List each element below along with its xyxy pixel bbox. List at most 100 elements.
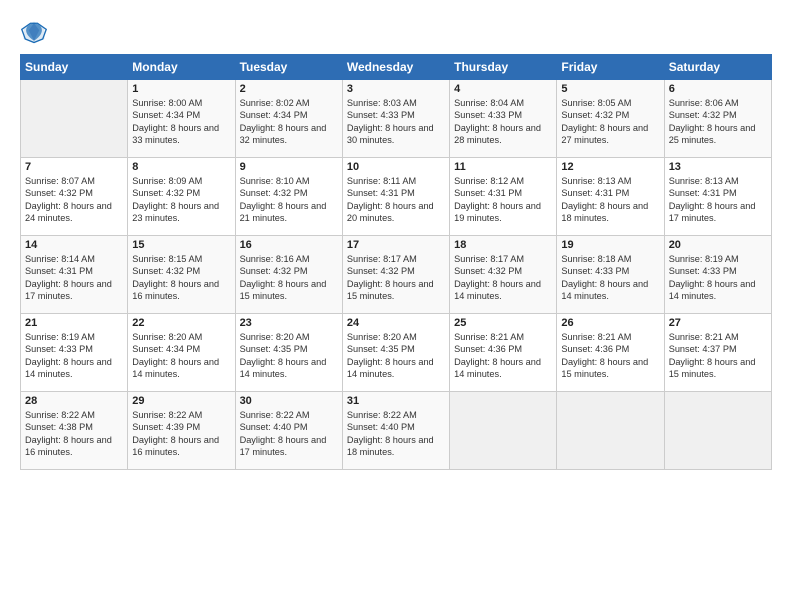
day-number: 25 — [454, 317, 552, 329]
calendar-cell: 29 Sunrise: 8:22 AM Sunset: 4:39 PM Dayl… — [128, 392, 235, 470]
cell-text: Sunrise: 8:17 AM Sunset: 4:32 PM Dayligh… — [347, 253, 445, 303]
cell-text: Sunrise: 8:16 AM Sunset: 4:32 PM Dayligh… — [240, 253, 338, 303]
cell-text: Sunrise: 8:09 AM Sunset: 4:32 PM Dayligh… — [132, 175, 230, 225]
calendar-cell: 16 Sunrise: 8:16 AM Sunset: 4:32 PM Dayl… — [235, 236, 342, 314]
day-number: 16 — [240, 239, 338, 251]
calendar-cell: 11 Sunrise: 8:12 AM Sunset: 4:31 PM Dayl… — [450, 158, 557, 236]
calendar-cell: 27 Sunrise: 8:21 AM Sunset: 4:37 PM Dayl… — [664, 314, 771, 392]
sunset-text: Sunset: 4:31 PM — [454, 188, 522, 198]
sunrise-text: Sunrise: 8:12 AM — [454, 176, 524, 186]
cell-text: Sunrise: 8:17 AM Sunset: 4:32 PM Dayligh… — [454, 253, 552, 303]
calendar-week-row: 28 Sunrise: 8:22 AM Sunset: 4:38 PM Dayl… — [21, 392, 772, 470]
cell-text: Sunrise: 8:03 AM Sunset: 4:33 PM Dayligh… — [347, 97, 445, 147]
sunrise-text: Sunrise: 8:06 AM — [669, 98, 739, 108]
calendar-week-row: 1 Sunrise: 8:00 AM Sunset: 4:34 PM Dayli… — [21, 80, 772, 158]
daylight-text: Daylight: 8 hours and 23 minutes. — [132, 201, 219, 223]
cell-text: Sunrise: 8:21 AM Sunset: 4:36 PM Dayligh… — [561, 331, 659, 381]
sunrise-text: Sunrise: 8:19 AM — [25, 332, 95, 342]
cell-text: Sunrise: 8:19 AM Sunset: 4:33 PM Dayligh… — [669, 253, 767, 303]
day-number: 11 — [454, 161, 552, 173]
sunrise-text: Sunrise: 8:21 AM — [669, 332, 739, 342]
calendar-cell: 6 Sunrise: 8:06 AM Sunset: 4:32 PM Dayli… — [664, 80, 771, 158]
sunrise-text: Sunrise: 8:16 AM — [240, 254, 310, 264]
day-number: 10 — [347, 161, 445, 173]
sunset-text: Sunset: 4:32 PM — [669, 110, 737, 120]
calendar-cell: 21 Sunrise: 8:19 AM Sunset: 4:33 PM Dayl… — [21, 314, 128, 392]
sunset-text: Sunset: 4:37 PM — [669, 344, 737, 354]
calendar-cell: 18 Sunrise: 8:17 AM Sunset: 4:32 PM Dayl… — [450, 236, 557, 314]
calendar-cell: 22 Sunrise: 8:20 AM Sunset: 4:34 PM Dayl… — [128, 314, 235, 392]
sunset-text: Sunset: 4:32 PM — [347, 266, 415, 276]
sunrise-text: Sunrise: 8:09 AM — [132, 176, 202, 186]
day-number: 3 — [347, 83, 445, 95]
calendar-cell — [450, 392, 557, 470]
cell-text: Sunrise: 8:07 AM Sunset: 4:32 PM Dayligh… — [25, 175, 123, 225]
weekday-header-cell: Thursday — [450, 55, 557, 80]
cell-text: Sunrise: 8:02 AM Sunset: 4:34 PM Dayligh… — [240, 97, 338, 147]
daylight-text: Daylight: 8 hours and 14 minutes. — [454, 279, 541, 301]
calendar-cell: 9 Sunrise: 8:10 AM Sunset: 4:32 PM Dayli… — [235, 158, 342, 236]
daylight-text: Daylight: 8 hours and 30 minutes. — [347, 123, 434, 145]
calendar-cell: 23 Sunrise: 8:20 AM Sunset: 4:35 PM Dayl… — [235, 314, 342, 392]
calendar-cell: 25 Sunrise: 8:21 AM Sunset: 4:36 PM Dayl… — [450, 314, 557, 392]
daylight-text: Daylight: 8 hours and 27 minutes. — [561, 123, 648, 145]
sunset-text: Sunset: 4:31 PM — [25, 266, 93, 276]
day-number: 4 — [454, 83, 552, 95]
calendar-cell: 19 Sunrise: 8:18 AM Sunset: 4:33 PM Dayl… — [557, 236, 664, 314]
day-number: 19 — [561, 239, 659, 251]
sunset-text: Sunset: 4:33 PM — [347, 110, 415, 120]
sunrise-text: Sunrise: 8:14 AM — [25, 254, 95, 264]
day-number: 2 — [240, 83, 338, 95]
daylight-text: Daylight: 8 hours and 18 minutes. — [561, 201, 648, 223]
daylight-text: Daylight: 8 hours and 24 minutes. — [25, 201, 112, 223]
daylight-text: Daylight: 8 hours and 21 minutes. — [240, 201, 327, 223]
daylight-text: Daylight: 8 hours and 28 minutes. — [454, 123, 541, 145]
daylight-text: Daylight: 8 hours and 14 minutes. — [347, 357, 434, 379]
day-number: 7 — [25, 161, 123, 173]
calendar-cell: 24 Sunrise: 8:20 AM Sunset: 4:35 PM Dayl… — [342, 314, 449, 392]
cell-text: Sunrise: 8:20 AM Sunset: 4:35 PM Dayligh… — [347, 331, 445, 381]
sunrise-text: Sunrise: 8:13 AM — [561, 176, 631, 186]
cell-text: Sunrise: 8:15 AM Sunset: 4:32 PM Dayligh… — [132, 253, 230, 303]
sunset-text: Sunset: 4:33 PM — [669, 266, 737, 276]
day-number: 15 — [132, 239, 230, 251]
sunset-text: Sunset: 4:32 PM — [132, 266, 200, 276]
cell-text: Sunrise: 8:22 AM Sunset: 4:40 PM Dayligh… — [240, 409, 338, 459]
sunrise-text: Sunrise: 8:18 AM — [561, 254, 631, 264]
day-number: 14 — [25, 239, 123, 251]
calendar-cell: 3 Sunrise: 8:03 AM Sunset: 4:33 PM Dayli… — [342, 80, 449, 158]
day-number: 17 — [347, 239, 445, 251]
calendar-cell — [21, 80, 128, 158]
cell-text: Sunrise: 8:04 AM Sunset: 4:33 PM Dayligh… — [454, 97, 552, 147]
day-number: 30 — [240, 395, 338, 407]
sunset-text: Sunset: 4:32 PM — [25, 188, 93, 198]
sunrise-text: Sunrise: 8:20 AM — [240, 332, 310, 342]
cell-text: Sunrise: 8:22 AM Sunset: 4:40 PM Dayligh… — [347, 409, 445, 459]
sunrise-text: Sunrise: 8:04 AM — [454, 98, 524, 108]
calendar-cell: 31 Sunrise: 8:22 AM Sunset: 4:40 PM Dayl… — [342, 392, 449, 470]
sunrise-text: Sunrise: 8:11 AM — [347, 176, 416, 186]
cell-text: Sunrise: 8:20 AM Sunset: 4:34 PM Dayligh… — [132, 331, 230, 381]
calendar-cell: 30 Sunrise: 8:22 AM Sunset: 4:40 PM Dayl… — [235, 392, 342, 470]
calendar-cell: 5 Sunrise: 8:05 AM Sunset: 4:32 PM Dayli… — [557, 80, 664, 158]
calendar-cell: 1 Sunrise: 8:00 AM Sunset: 4:34 PM Dayli… — [128, 80, 235, 158]
sunrise-text: Sunrise: 8:22 AM — [132, 410, 202, 420]
daylight-text: Daylight: 8 hours and 14 minutes. — [561, 279, 648, 301]
calendar-cell: 14 Sunrise: 8:14 AM Sunset: 4:31 PM Dayl… — [21, 236, 128, 314]
day-number: 20 — [669, 239, 767, 251]
cell-text: Sunrise: 8:21 AM Sunset: 4:36 PM Dayligh… — [454, 331, 552, 381]
weekday-header-cell: Monday — [128, 55, 235, 80]
weekday-header-cell: Saturday — [664, 55, 771, 80]
sunset-text: Sunset: 4:35 PM — [240, 344, 308, 354]
calendar-week-row: 14 Sunrise: 8:14 AM Sunset: 4:31 PM Dayl… — [21, 236, 772, 314]
header — [20, 18, 772, 46]
sunset-text: Sunset: 4:34 PM — [240, 110, 308, 120]
daylight-text: Daylight: 8 hours and 17 minutes. — [25, 279, 112, 301]
sunrise-text: Sunrise: 8:17 AM — [454, 254, 524, 264]
calendar-cell — [557, 392, 664, 470]
sunrise-text: Sunrise: 8:03 AM — [347, 98, 417, 108]
cell-text: Sunrise: 8:13 AM Sunset: 4:31 PM Dayligh… — [669, 175, 767, 225]
cell-text: Sunrise: 8:11 AM Sunset: 4:31 PM Dayligh… — [347, 175, 445, 225]
sunrise-text: Sunrise: 8:07 AM — [25, 176, 95, 186]
sunset-text: Sunset: 4:35 PM — [347, 344, 415, 354]
